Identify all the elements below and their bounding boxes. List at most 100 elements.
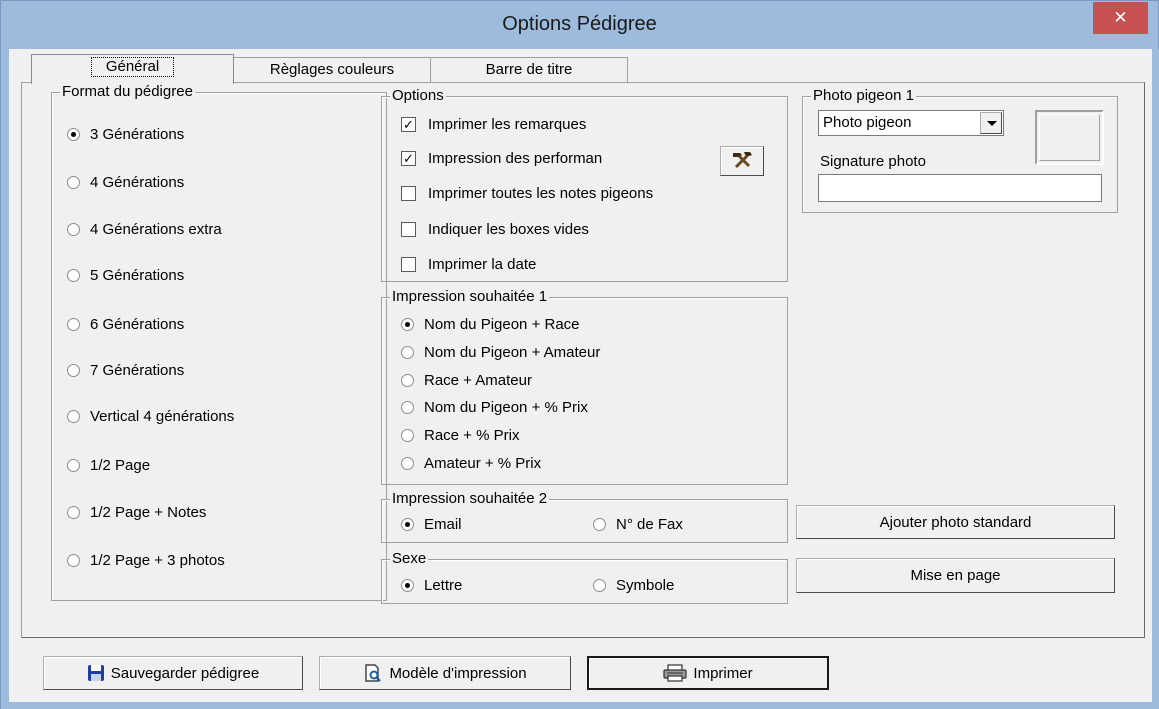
option-label: Symbole [616,577,675,594]
format-option[interactable]: 4 Générations extra [67,221,222,238]
impression1-option[interactable]: Race + % Prix [401,427,519,444]
format-option[interactable]: 4 Générations [67,174,184,191]
option-label: Indiquer les boxes vides [428,221,589,238]
impression1-group: Impression souhaitée 1 Nom du Pigeon + R… [381,288,788,485]
option-label: Lettre [424,577,463,594]
impression1-option-label: Amateur + % Prix [424,455,542,472]
radio-button[interactable] [401,429,414,442]
checkbox[interactable] [401,186,416,201]
options-legend: Options [390,87,446,105]
tab-color-settings[interactable]: Règlages couleurs [233,57,431,84]
sex-letter-option[interactable]: Lettre [401,577,462,594]
title-bar[interactable]: Options Pédigree ✕ [1,1,1158,49]
tab-general[interactable]: Général [31,54,234,84]
format-option[interactable]: 6 Générations [67,316,184,333]
format-legend: Format du pédigree [60,83,195,101]
radio-button[interactable] [401,346,414,359]
radio-button[interactable] [67,459,80,472]
photo-select[interactable]: Photo pigeon [818,110,1004,136]
radio-button[interactable] [67,223,80,236]
radio-button[interactable] [401,401,414,414]
impression1-legend: Impression souhaitée 1 [390,288,550,306]
radio-button[interactable] [593,579,606,592]
format-option-label: 7 Générations [90,362,185,379]
format-option[interactable]: 1/2 Page [67,457,150,474]
impression1-option[interactable]: Nom du Pigeon + Race [401,316,580,333]
format-option[interactable]: 1/2 Page + 3 photos [67,552,225,569]
impression1-option[interactable]: Race + Amateur [401,372,532,389]
checkbox[interactable]: ✓ [401,151,416,166]
impression2-group: Impression souhaitée 2 Email N° de Fax [381,490,788,543]
radio-button[interactable] [401,579,414,592]
format-option-label: 5 Générations [90,267,185,284]
window-title: Options Pédigree [502,13,657,35]
hammer-icon [730,149,754,173]
checkbox[interactable] [401,222,416,237]
print-button[interactable]: Imprimer [587,656,829,690]
floppy-disk-icon [87,664,105,682]
radio-button[interactable] [401,374,414,387]
save-pedigree-button[interactable]: Sauvegarder pédigree [43,656,303,690]
print-preview-icon [363,663,383,683]
radio-button[interactable] [67,410,80,423]
radio-button[interactable] [67,554,80,567]
photo-group: Photo pigeon 1 Photo pigeon Signature ph… [802,87,1118,213]
print-template-button[interactable]: Modèle d'impression [319,656,571,690]
option-label: Imprimer toutes les notes pigeons [428,185,654,202]
option-print-date[interactable]: Imprimer la date [401,256,536,273]
checkbox[interactable] [401,257,416,272]
close-button[interactable]: ✕ [1093,2,1148,34]
option-print-all-notes[interactable]: Imprimer toutes les notes pigeons [401,185,653,202]
option-print-performances[interactable]: ✓ Impression des performan [401,150,602,167]
impression1-option[interactable]: Nom du Pigeon + % Prix [401,399,588,416]
contact-email-option[interactable]: Email [401,516,462,533]
template-label: Modèle d'impression [389,664,527,682]
radio-button[interactable] [67,506,80,519]
radio-button[interactable] [67,318,80,331]
radio-button[interactable] [401,318,414,331]
photo-preview[interactable] [1035,110,1104,165]
tab-title-bar[interactable]: Barre de titre [430,57,628,84]
printer-icon [663,664,688,682]
options-pedigree-window: Options Pédigree ✕ Général Règlages coul… [0,0,1159,709]
impression1-option[interactable]: Amateur + % Prix [401,455,541,472]
option-empty-boxes[interactable]: Indiquer les boxes vides [401,221,589,238]
option-label: Imprimer les remarques [428,116,587,133]
window-frame-bottom [1,702,1159,709]
photo-select-value: Photo pigeon [823,114,912,131]
save-label: Sauvegarder pédigree [110,664,260,682]
sexe-legend: Sexe [390,550,429,568]
impression1-option-label: Race + % Prix [424,427,520,444]
impression1-option-label: Nom du Pigeon + Amateur [424,344,601,361]
sex-symbol-option[interactable]: Symbole [593,577,674,594]
format-option-label: 1/2 Page [90,457,151,474]
format-option[interactable]: 3 Générations [67,126,184,143]
radio-button[interactable] [67,176,80,189]
format-option-label: Vertical 4 générations [90,408,235,425]
chevron-down-icon[interactable] [980,112,1002,134]
page-setup-button[interactable]: Mise en page [796,558,1115,593]
format-option[interactable]: 7 Générations [67,362,184,379]
format-option[interactable]: 5 Générations [67,267,184,284]
option-print-remarks[interactable]: ✓ Imprimer les remarques [401,116,586,133]
radio-button[interactable] [401,457,414,470]
impression1-option-label: Race + Amateur [424,372,532,389]
sexe-group: Sexe Lettre Symbole [381,550,788,604]
window-frame-left [1,49,9,709]
impression1-option[interactable]: Nom du Pigeon + Amateur [401,344,600,361]
radio-button[interactable] [67,128,80,141]
radio-button[interactable] [67,364,80,377]
radio-button[interactable] [593,518,606,531]
signature-input[interactable] [818,174,1102,202]
contact-fax-option[interactable]: N° de Fax [593,516,683,533]
format-option-label: 6 Générations [90,316,185,333]
performance-settings-button[interactable] [720,146,764,176]
photo-legend: Photo pigeon 1 [811,87,916,105]
checkbox[interactable]: ✓ [401,117,416,132]
format-option[interactable]: Vertical 4 générations [67,408,234,425]
format-option[interactable]: 1/2 Page + Notes [67,504,206,521]
add-standard-photo-button[interactable]: Ajouter photo standard [796,505,1115,539]
radio-button[interactable] [401,518,414,531]
format-option-label: 3 Générations [90,126,185,143]
radio-button[interactable] [67,269,80,282]
